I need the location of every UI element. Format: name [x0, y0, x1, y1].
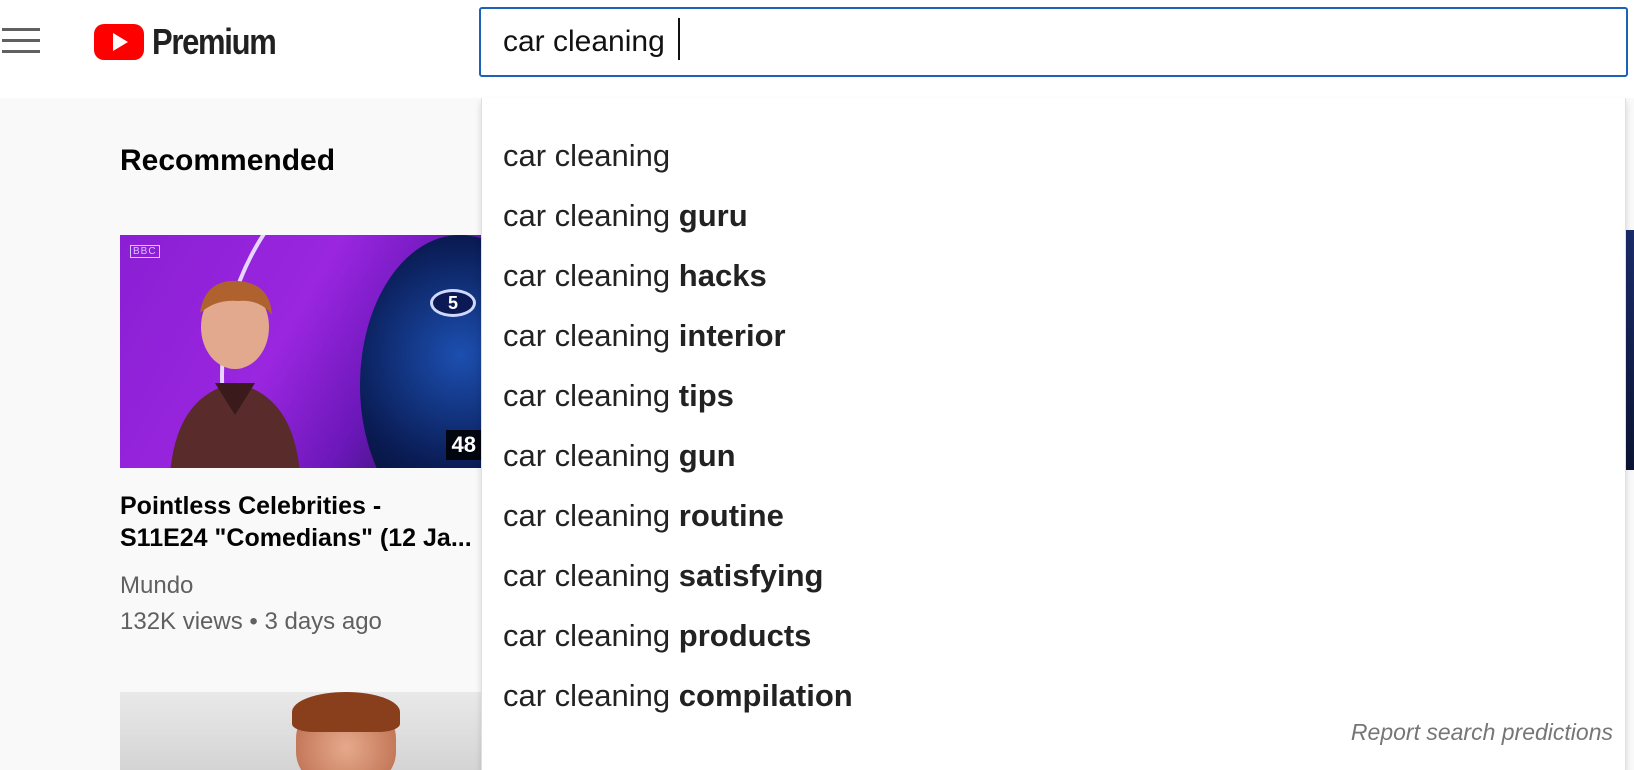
- section-title: Recommended: [120, 144, 336, 177]
- suggestion-query: car cleaning: [503, 558, 679, 593]
- suggestion-query: car cleaning: [503, 498, 679, 533]
- report-search-predictions-link[interactable]: Report search predictions: [1351, 719, 1613, 746]
- search-suggestion[interactable]: car cleaning: [482, 126, 1625, 186]
- hamburger-menu-icon[interactable]: [2, 28, 40, 54]
- suggestion-query: car cleaning: [503, 318, 679, 353]
- search-box[interactable]: [479, 7, 1628, 77]
- logo-text: Premium: [152, 21, 277, 62]
- thumbnail-person: [170, 280, 300, 468]
- suggestion-completion: products: [678, 618, 812, 653]
- suggestion-completion: gun: [678, 438, 736, 473]
- video-thumbnail[interactable]: [120, 692, 482, 770]
- masthead: Premium: [0, 0, 1634, 98]
- suggestion-completion: interior: [678, 318, 786, 353]
- suggestion-query: car cleaning: [503, 198, 679, 233]
- text-caret: [678, 18, 680, 60]
- search-suggestion[interactable]: car cleaning satisfying: [482, 546, 1625, 606]
- suggestion-completion: guru: [678, 198, 748, 233]
- search-suggestion[interactable]: car cleaning products: [482, 606, 1625, 666]
- suggestion-query: car cleaning: [503, 378, 679, 413]
- suggestion-query: car cleaning: [503, 618, 679, 653]
- suggestion-completion: routine: [678, 498, 784, 533]
- search-suggestion[interactable]: car cleaning interior: [482, 306, 1625, 366]
- search-suggestion[interactable]: car cleaning compilation: [482, 666, 1625, 726]
- suggestion-query: car cleaning: [503, 678, 679, 713]
- suggestion-completion: compilation: [678, 678, 853, 713]
- suggestion-completion: tips: [678, 378, 734, 413]
- score-badge: 5: [430, 289, 476, 317]
- youtube-play-icon: [94, 24, 144, 60]
- bbc-badge: BBC: [130, 245, 160, 258]
- suggestion-query: car cleaning: [503, 438, 679, 473]
- suggestion-query: car cleaning: [503, 138, 671, 173]
- search-suggestion[interactable]: car cleaning guru: [482, 186, 1625, 246]
- video-title-line: S11E24 "Comedians" (12 Ja...: [120, 524, 472, 552]
- suggestions-list: car cleaning car cleaning guru car clean…: [482, 126, 1625, 726]
- search-suggestions-dropdown: car cleaning car cleaning guru car clean…: [481, 98, 1626, 770]
- video-thumbnail[interactable]: BBC 5 48: [120, 235, 482, 468]
- search-suggestion[interactable]: car cleaning tips: [482, 366, 1625, 426]
- search-suggestion[interactable]: car cleaning gun: [482, 426, 1625, 486]
- search-suggestion[interactable]: car cleaning routine: [482, 486, 1625, 546]
- video-duration: 48: [445, 430, 482, 460]
- suggestion-completion: satisfying: [678, 558, 824, 593]
- search-input[interactable]: [503, 25, 1604, 59]
- video-title[interactable]: Pointless Celebrities - S11E24 "Comedian…: [120, 490, 482, 554]
- search-suggestion[interactable]: car cleaning hacks: [482, 246, 1625, 306]
- suggestion-query: car cleaning: [503, 258, 679, 293]
- thumbnail-graphic: [292, 692, 400, 732]
- video-title-line: Pointless Celebrities -: [120, 492, 382, 520]
- youtube-premium-logo[interactable]: Premium: [94, 24, 296, 60]
- suggestion-completion: hacks: [678, 258, 767, 293]
